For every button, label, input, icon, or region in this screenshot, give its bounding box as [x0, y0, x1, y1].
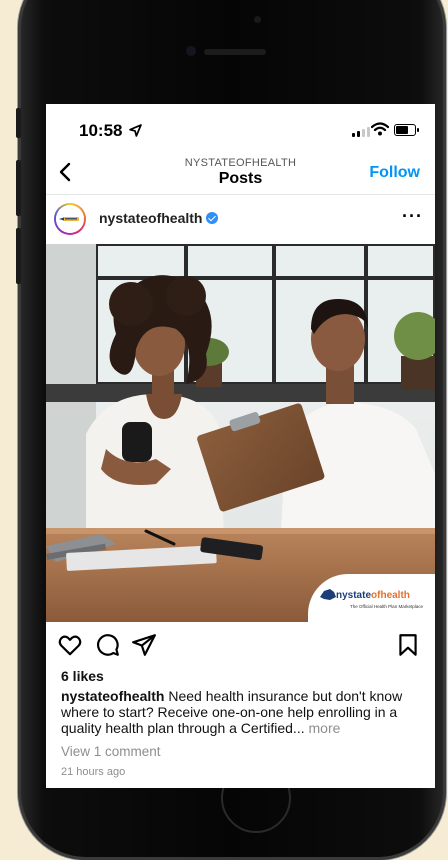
- location-arrow-icon: [129, 124, 143, 137]
- volume-down-button: [16, 228, 21, 284]
- cellular-signal-icon: [352, 127, 370, 137]
- status-bar: 10:58: [46, 104, 435, 154]
- status-time: 10:58: [79, 121, 143, 141]
- post-caption: nystateofhealth Need health insurance bu…: [61, 688, 431, 736]
- brand-logo-text: nystateofhealth: [336, 590, 410, 601]
- bookmark-icon[interactable]: [395, 632, 421, 658]
- post-header: nystateofhealth ···: [46, 197, 435, 242]
- comment-icon[interactable]: [94, 632, 120, 658]
- earpiece-speaker: [204, 49, 266, 55]
- post-image[interactable]: nystateofhealth The Official Health Plan…: [46, 244, 435, 622]
- ny-state-map-icon: [320, 589, 336, 600]
- brand-tagline: The Official Health Plan Marketplace: [350, 604, 423, 609]
- nav-bar: NYSTATEOFHEALTH Posts Follow: [46, 152, 435, 195]
- post-actions: [46, 626, 435, 666]
- avatar-logo-icon: [56, 205, 84, 233]
- proximity-sensor: [254, 16, 261, 23]
- likes-count[interactable]: 6 likes: [61, 668, 104, 684]
- post-username[interactable]: nystateofhealth: [99, 210, 219, 226]
- more-options-icon[interactable]: ···: [402, 207, 423, 225]
- volume-up-button: [16, 160, 21, 216]
- app-screen: 10:58 NYSTATEOFHEALTH Posts Follow nysta…: [46, 104, 435, 788]
- verified-badge-icon: [206, 212, 219, 224]
- battery-level: [396, 126, 408, 134]
- battery-icon: [394, 124, 419, 136]
- follow-button[interactable]: Follow: [369, 164, 420, 182]
- caption-more-link[interactable]: more: [309, 720, 341, 736]
- heart-icon[interactable]: [57, 632, 83, 658]
- share-icon[interactable]: [131, 632, 157, 658]
- post-timestamp: 21 hours ago: [61, 766, 126, 778]
- caption-username[interactable]: nystateofhealth: [61, 688, 164, 704]
- office-photo: [46, 244, 435, 622]
- brand-logo-overlay: nystateofhealth The Official Health Plan…: [308, 574, 435, 622]
- mute-switch: [16, 108, 21, 138]
- view-comments-link[interactable]: View 1 comment: [61, 744, 161, 759]
- avatar[interactable]: [54, 203, 86, 235]
- wifi-icon: [371, 122, 389, 136]
- front-camera: [186, 46, 196, 56]
